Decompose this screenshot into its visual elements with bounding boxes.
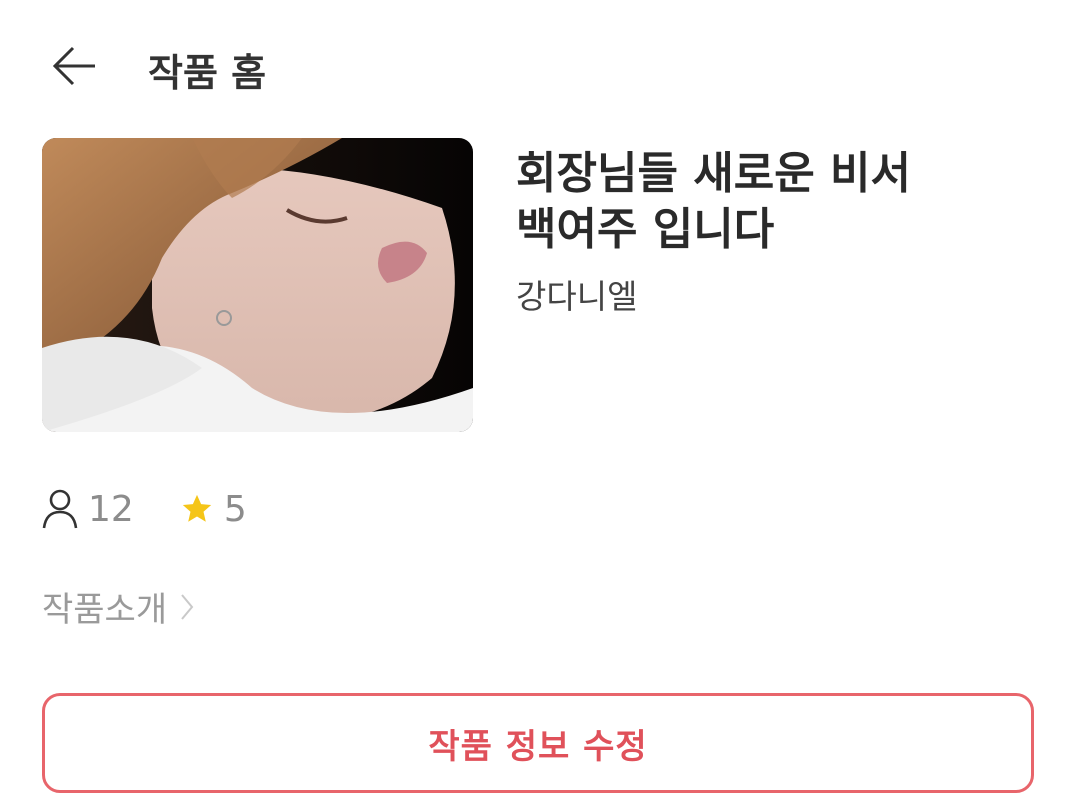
rating-stat: 5 xyxy=(180,489,247,530)
arrow-left-icon xyxy=(52,46,95,86)
cover-image xyxy=(42,138,473,432)
person-icon xyxy=(42,489,78,529)
star-icon xyxy=(182,494,211,522)
stats-row: 12 5 xyxy=(42,484,247,534)
readers-count: 12 xyxy=(88,488,134,530)
chevron-right-icon xyxy=(181,593,194,620)
edit-work-info-label: 작품 정보 수정 xyxy=(428,726,648,767)
work-intro-label: 작품소개 xyxy=(42,590,168,630)
page-title: 작품 홈 xyxy=(148,51,267,95)
top-bar: 작품 홈 xyxy=(0,0,1080,130)
work-title-line1: 회장님들 새로운 비서 xyxy=(516,148,911,199)
edit-work-info-button[interactable]: 작품 정보 수정 xyxy=(42,693,1034,793)
work-title-line2: 백여주 입니다 xyxy=(516,204,775,255)
work-author: 강다니엘 xyxy=(516,277,638,316)
rating-value: 5 xyxy=(223,488,247,530)
back-button[interactable] xyxy=(44,36,104,96)
work-title: 회장님들 새로운 비서 백여주 입니다 xyxy=(516,146,1036,258)
work-intro-link[interactable]: 작품소개 xyxy=(42,582,195,631)
readers-stat: 12 xyxy=(42,488,134,530)
